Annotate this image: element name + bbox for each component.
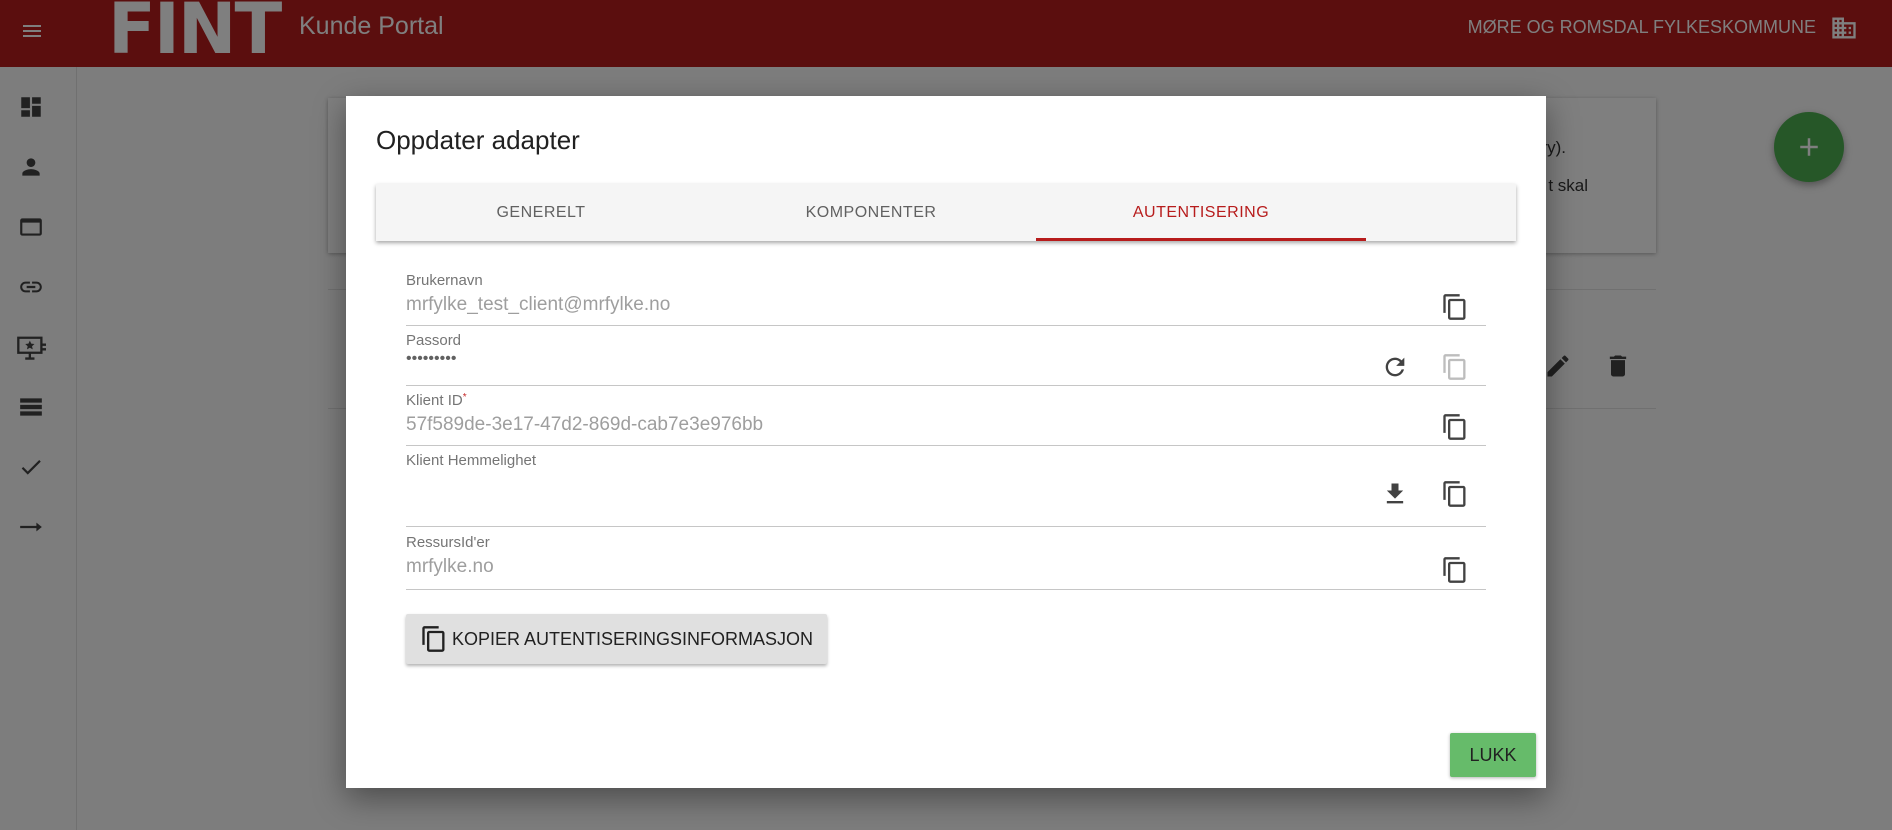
username-value[interactable]: mrfylke_test_client@mrfylke.no (406, 294, 670, 316)
copy-auth-info-label: KOPIER AUTENTISERINGSINFORMASJON (451, 628, 814, 649)
client-secret-label: Klient Hemmelighet (406, 452, 537, 469)
copy-resource-ids-button[interactable] (1437, 552, 1473, 588)
copy-auth-info-button[interactable]: KOPIER AUTENTISERINGSINFORMASJON (406, 614, 827, 664)
client-id-label: Klient ID* (406, 392, 467, 409)
password-value[interactable]: ••••••••• (406, 350, 456, 368)
username-label: Brukernavn (406, 272, 483, 289)
client-id-value[interactable]: 57f589de-3e17-47d2-869d-cab7e3e976bb (406, 414, 763, 436)
copy-icon (1443, 481, 1466, 507)
tab-bar: GENERELT KOMPONENTER AUTENTISERING (376, 184, 1516, 241)
copy-icon (1443, 294, 1466, 320)
copy-icon (1443, 414, 1466, 440)
copy-icon (1443, 557, 1466, 583)
resource-ids-value[interactable]: mrfylke.no (406, 556, 494, 578)
tab-autentisering[interactable]: AUTENTISERING (1036, 184, 1366, 241)
tab-komponenter[interactable]: KOMPONENTER (706, 184, 1036, 241)
required-mark: * (462, 392, 467, 403)
tab-generelt[interactable]: GENERELT (376, 184, 706, 241)
copy-icon (1443, 354, 1466, 380)
client-id-field[interactable]: Klient ID* 57f589de-3e17-47d2-869d-cab7e… (406, 392, 1486, 446)
download-secret-button[interactable] (1377, 476, 1413, 512)
close-button[interactable]: LUKK (1450, 733, 1536, 777)
copy-username-button[interactable] (1437, 289, 1473, 325)
refresh-icon (1385, 357, 1405, 377)
regenerate-password-button[interactable] (1377, 349, 1413, 385)
copy-client-secret-button[interactable] (1437, 476, 1473, 512)
resource-ids-field[interactable]: RessursId'er mrfylke.no (406, 534, 1486, 590)
password-label: Passord (406, 332, 462, 349)
copy-client-id-button[interactable] (1437, 409, 1473, 445)
copy-password-button[interactable] (1437, 349, 1473, 385)
download-icon (1386, 483, 1404, 504)
password-field[interactable]: Passord ••••••••• (406, 332, 1486, 386)
username-field[interactable]: Brukernavn mrfylke_test_client@mrfylke.n… (406, 272, 1486, 326)
copy-icon (422, 626, 445, 652)
update-adapter-dialog: Oppdater adapter GENERELT KOMPONENTER AU… (346, 96, 1546, 788)
client-secret-field[interactable]: Klient Hemmelighet (406, 452, 1486, 527)
dialog-title: Oppdater adapter (376, 125, 580, 155)
resource-ids-label: RessursId'er (406, 534, 490, 551)
active-tab-indicator (1036, 238, 1366, 241)
